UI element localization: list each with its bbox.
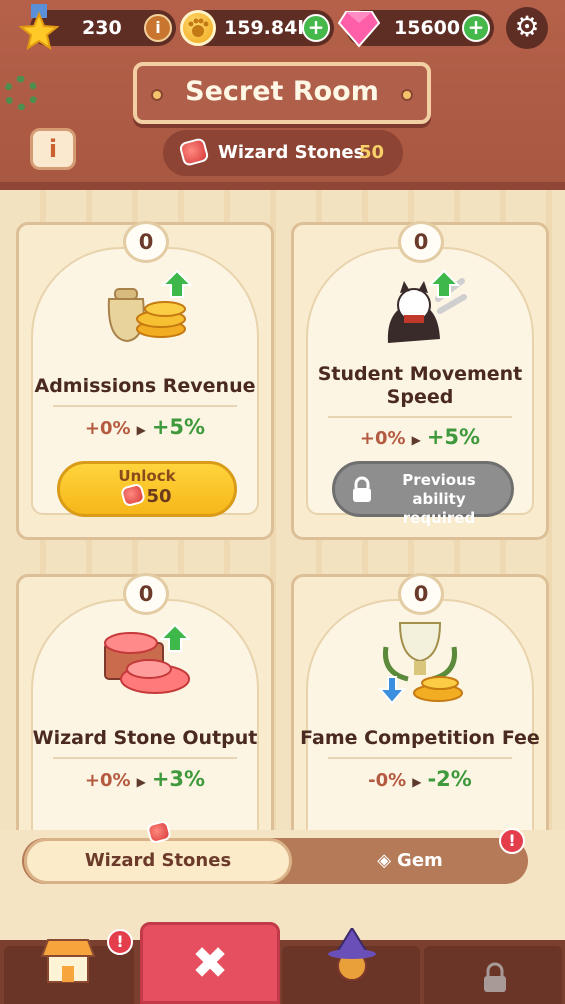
currency-tabs: Wizard Stones ◈ Gem !	[0, 819, 565, 940]
close-button[interactable]: ✖	[140, 922, 280, 1004]
bottom-navigation	[0, 928, 565, 1004]
card-divider	[328, 416, 512, 418]
current-bonus: +0%	[359, 428, 406, 449]
money-bag-coins-icon	[107, 269, 194, 343]
locked-line1: Previous	[402, 471, 476, 489]
title-banner: Secret Room	[133, 62, 431, 124]
shop-alert-icon: !	[107, 929, 133, 955]
level-value: 230	[82, 17, 122, 39]
settings-gear-icon[interactable]: ⚙	[506, 7, 548, 49]
unlock-cost-value: 50	[146, 486, 172, 507]
gem-outline-icon: ◈	[377, 850, 392, 871]
nav-wizard-cat[interactable]	[282, 928, 420, 1004]
banner-rivet-right	[401, 89, 413, 101]
gem-tab-alert-icon: !	[499, 828, 525, 854]
locked-ability-button[interactable]: Previous ability required	[332, 461, 514, 527]
unlock-label: Unlock	[118, 467, 176, 485]
ability-level: 0	[123, 221, 169, 263]
card-divider	[53, 405, 237, 407]
padlock-icon	[484, 962, 506, 992]
nav-shop[interactable]	[4, 939, 134, 1004]
current-bonus: +0%	[84, 418, 131, 439]
medal-star-icon	[18, 4, 60, 51]
locked-line2: ability required	[402, 490, 476, 527]
ability-name-line1: Student Movement	[317, 363, 523, 385]
arrow-right-icon: ▶	[411, 433, 421, 447]
tab-gem[interactable]: ◈ Gem	[292, 838, 528, 884]
next-bonus: +5%	[426, 425, 481, 449]
current-bonus: +0%	[84, 770, 131, 791]
ability-bonus: +0% ▶ +5%	[19, 415, 271, 439]
ability-name: Student Movement Speed	[294, 363, 546, 409]
gear-decoration-icon	[4, 76, 38, 110]
ability-bonus: +0% ▶ +3%	[19, 767, 271, 791]
next-bonus: +3%	[151, 767, 206, 791]
paw-coin-icon	[180, 10, 216, 46]
ability-card-admissions-revenue[interactable]: 0 Admissions Revenue +0% ▶ +5% Unlock 50	[16, 221, 274, 540]
ability-card-student-movement-speed[interactable]: 0 Student Movement Speed +0% ▶ +5% Previou…	[291, 221, 549, 540]
ability-grid: 0 Admissions Revenue +0% ▶ +5% Unlock 50 0	[0, 190, 565, 830]
ability-level: 0	[123, 573, 169, 615]
ability-level: 0	[398, 221, 444, 263]
tab-gem-label: Gem	[397, 850, 443, 871]
ability-bonus: +0% ▶ +5%	[294, 425, 546, 449]
tab-wizard-stones[interactable]: Wizard Stones	[24, 838, 292, 884]
arrow-right-icon: ▶	[412, 775, 422, 789]
ability-name: Fame Competition Fee	[300, 727, 540, 749]
nav-locked[interactable]	[424, 946, 562, 1004]
ability-card-wizard-stone-output[interactable]: 0 Wizard Stone Output +0% ▶ +3%	[16, 573, 274, 830]
trophy-coins-icon	[378, 622, 463, 705]
shop-stall-icon	[40, 939, 96, 983]
ability-name: Admissions Revenue	[34, 375, 256, 397]
wizard-stones-count: 50	[359, 142, 385, 163]
wizard-stone-crate-icon	[104, 623, 192, 694]
gems-value: 15600	[394, 17, 461, 39]
wizard-stone-icon	[120, 482, 147, 508]
add-coins-button[interactable]: +	[302, 14, 330, 42]
wizard-stones-label: Wizard Stones	[218, 142, 365, 163]
wizard-cat-icon	[328, 928, 376, 981]
ability-name-line2: Speed	[386, 386, 454, 408]
unlock-button[interactable]: Unlock 50	[57, 461, 237, 517]
pink-gem-icon	[338, 11, 380, 48]
arrow-right-icon: ▶	[136, 775, 146, 789]
coins-value: 159.84k	[224, 17, 310, 39]
level-info-icon[interactable]: i	[144, 14, 172, 42]
arrow-right-icon: ▶	[136, 423, 146, 437]
page-title: Secret Room	[185, 76, 379, 107]
card-divider	[53, 757, 237, 759]
wizard-stones-balance: Wizard Stones 50	[163, 130, 403, 176]
info-button[interactable]: i	[30, 128, 76, 170]
running-cat-student-icon	[387, 269, 467, 343]
ability-level: 0	[398, 573, 444, 615]
wizard-stone-icon	[178, 137, 210, 167]
ability-bonus: -0% ▶ -2%	[294, 767, 546, 791]
top-resource-bar: 230 i 159.84k + 15600 + ⚙ Secret Room i …	[0, 0, 565, 190]
add-gems-button[interactable]: +	[462, 14, 490, 42]
unlock-cost: 50	[60, 482, 234, 508]
card-divider	[328, 757, 512, 759]
next-bonus: -2%	[427, 767, 472, 791]
ability-name: Wizard Stone Output	[32, 727, 258, 749]
ability-card-fame-competition-fee[interactable]: 0 Fame Competition Fee -0% ▶ -2%	[291, 573, 549, 830]
next-bonus: +5%	[151, 415, 206, 439]
padlock-icon	[353, 476, 371, 502]
current-bonus: -0%	[368, 770, 407, 791]
